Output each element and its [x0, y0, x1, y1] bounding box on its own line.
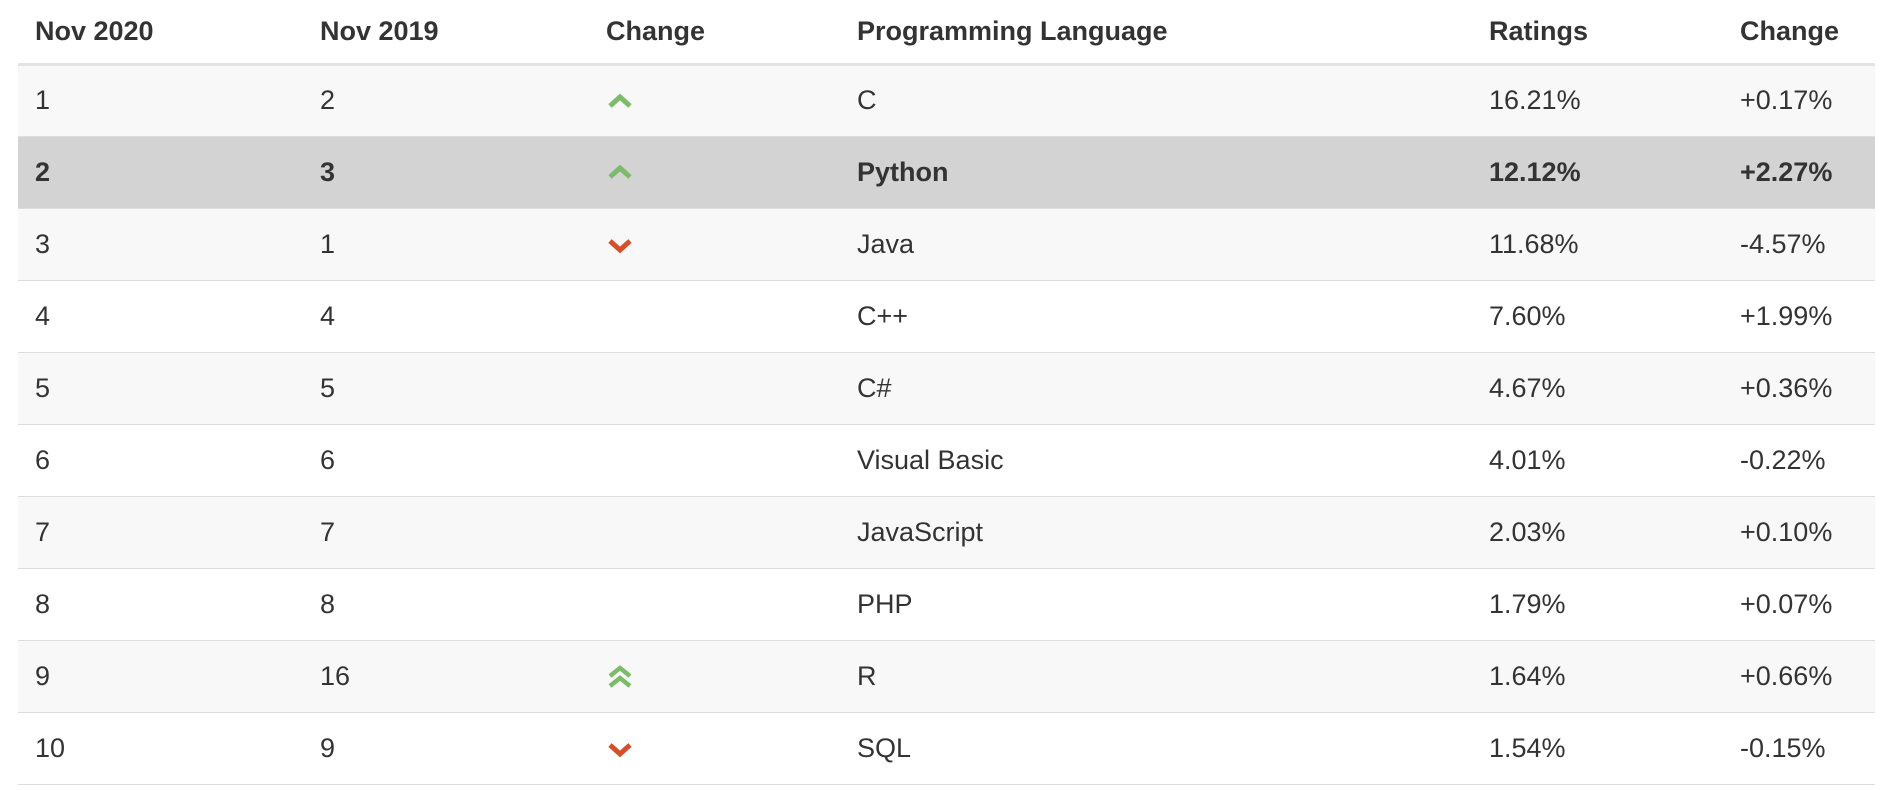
rank-change — [589, 712, 840, 784]
rank-change — [589, 352, 840, 424]
rating-value: 4.67% — [1489, 372, 1566, 403]
language-name: C++ — [857, 300, 909, 331]
language-name: PHP — [857, 588, 913, 619]
rank-current: 2 — [35, 156, 51, 187]
rank-change — [589, 640, 840, 712]
table-header-row: Nov 2020 Nov 2019 Change Programming Lan… — [18, 0, 1875, 64]
rating-change: +0.17% — [1740, 85, 1833, 115]
language-name: SQL — [857, 732, 912, 763]
rating-value: 1.79% — [1489, 588, 1566, 619]
table-row: 1 2 C 16.21% +0.17% — [18, 64, 1875, 136]
rating-change: -0.22% — [1740, 444, 1826, 475]
rank-previous: 16 — [320, 660, 351, 691]
rating-value: 16.21% — [1489, 85, 1581, 115]
header-rating-change: Change — [1740, 15, 1840, 46]
table-row: 7 7 JavaScript 2.03% +0.10% — [18, 496, 1875, 568]
chevron-up-icon — [606, 159, 634, 187]
rank-current: 1 — [35, 85, 51, 115]
rating-change: +0.10% — [1740, 516, 1833, 547]
table-row: 6 6 Visual Basic 4.01% -0.22% — [18, 424, 1875, 496]
rating-value: 1.54% — [1489, 732, 1566, 763]
rank-current: 6 — [35, 444, 51, 475]
header-change: Change — [606, 15, 706, 46]
table-row: 8 8 PHP 1.79% +0.07% — [18, 568, 1875, 640]
chevron-up-icon — [606, 88, 634, 116]
table-row: 3 1 Java 11.68% -4.57% — [18, 208, 1875, 280]
rank-current: 4 — [35, 300, 51, 331]
rating-change: +0.07% — [1740, 588, 1833, 619]
rating-change: -0.15% — [1740, 732, 1826, 763]
table-row: 4 4 C++ 7.60% +1.99% — [18, 280, 1875, 352]
table-body: 1 2 C 16.21% +0.17% 2 3 Python 12.12% +2.27% 3 1 Jav… — [18, 64, 1875, 784]
header-nov-2020: Nov 2020 — [35, 15, 154, 46]
rank-change — [589, 208, 840, 280]
rank-current: 10 — [35, 732, 66, 763]
language-name: Visual Basic — [857, 444, 1004, 475]
table-row: 10 9 SQL 1.54% -0.15% — [18, 712, 1875, 784]
header-ratings: Ratings — [1489, 15, 1589, 46]
rating-value: 4.01% — [1489, 444, 1566, 475]
rank-previous: 8 — [320, 588, 336, 619]
rank-change — [589, 424, 840, 496]
rating-change: -4.57% — [1740, 228, 1826, 259]
rank-previous: 7 — [320, 516, 336, 547]
table-row: 5 5 C# 4.67% +0.36% — [18, 352, 1875, 424]
rating-value: 12.12% — [1489, 156, 1581, 187]
rank-change — [589, 136, 840, 208]
rank-previous: 5 — [320, 372, 336, 403]
header-nov-2019: Nov 2019 — [320, 15, 439, 46]
rating-value: 1.64% — [1489, 660, 1566, 691]
rank-previous: 3 — [320, 156, 336, 187]
chevron-down-icon — [606, 231, 634, 259]
rank-current: 5 — [35, 372, 51, 403]
rank-previous: 6 — [320, 444, 336, 475]
rank-previous: 2 — [320, 85, 336, 115]
chevron-down-icon — [606, 735, 634, 763]
rank-previous: 9 — [320, 732, 336, 763]
rating-value: 2.03% — [1489, 516, 1566, 547]
rating-value: 7.60% — [1489, 300, 1566, 331]
language-name: JavaScript — [857, 516, 984, 547]
rating-change: +1.99% — [1740, 300, 1833, 331]
language-name: Python — [857, 156, 949, 187]
rank-change — [589, 64, 840, 136]
rating-change: +2.27% — [1740, 156, 1833, 187]
double-chevron-up-icon — [606, 663, 634, 691]
header-programming-language: Programming Language — [857, 15, 1168, 46]
rank-current: 9 — [35, 660, 51, 691]
language-name: C# — [857, 372, 892, 403]
language-name: Java — [857, 228, 915, 259]
rank-change — [589, 568, 840, 640]
rank-current: 3 — [35, 228, 51, 259]
table-row: 2 3 Python 12.12% +2.27% — [18, 136, 1875, 208]
ranking-table: Nov 2020 Nov 2019 Change Programming Lan… — [18, 0, 1875, 785]
language-name: R — [857, 660, 877, 691]
rank-previous: 1 — [320, 228, 336, 259]
language-name: C — [857, 85, 877, 115]
rank-change — [589, 496, 840, 568]
rating-change: +0.36% — [1740, 372, 1833, 403]
rank-current: 7 — [35, 516, 51, 547]
table-row: 9 16 R 1.64% +0.66% — [18, 640, 1875, 712]
rank-current: 8 — [35, 588, 51, 619]
rating-change: +0.66% — [1740, 660, 1833, 691]
rank-change — [589, 280, 840, 352]
rank-previous: 4 — [320, 300, 336, 331]
rating-value: 11.68% — [1489, 228, 1579, 259]
